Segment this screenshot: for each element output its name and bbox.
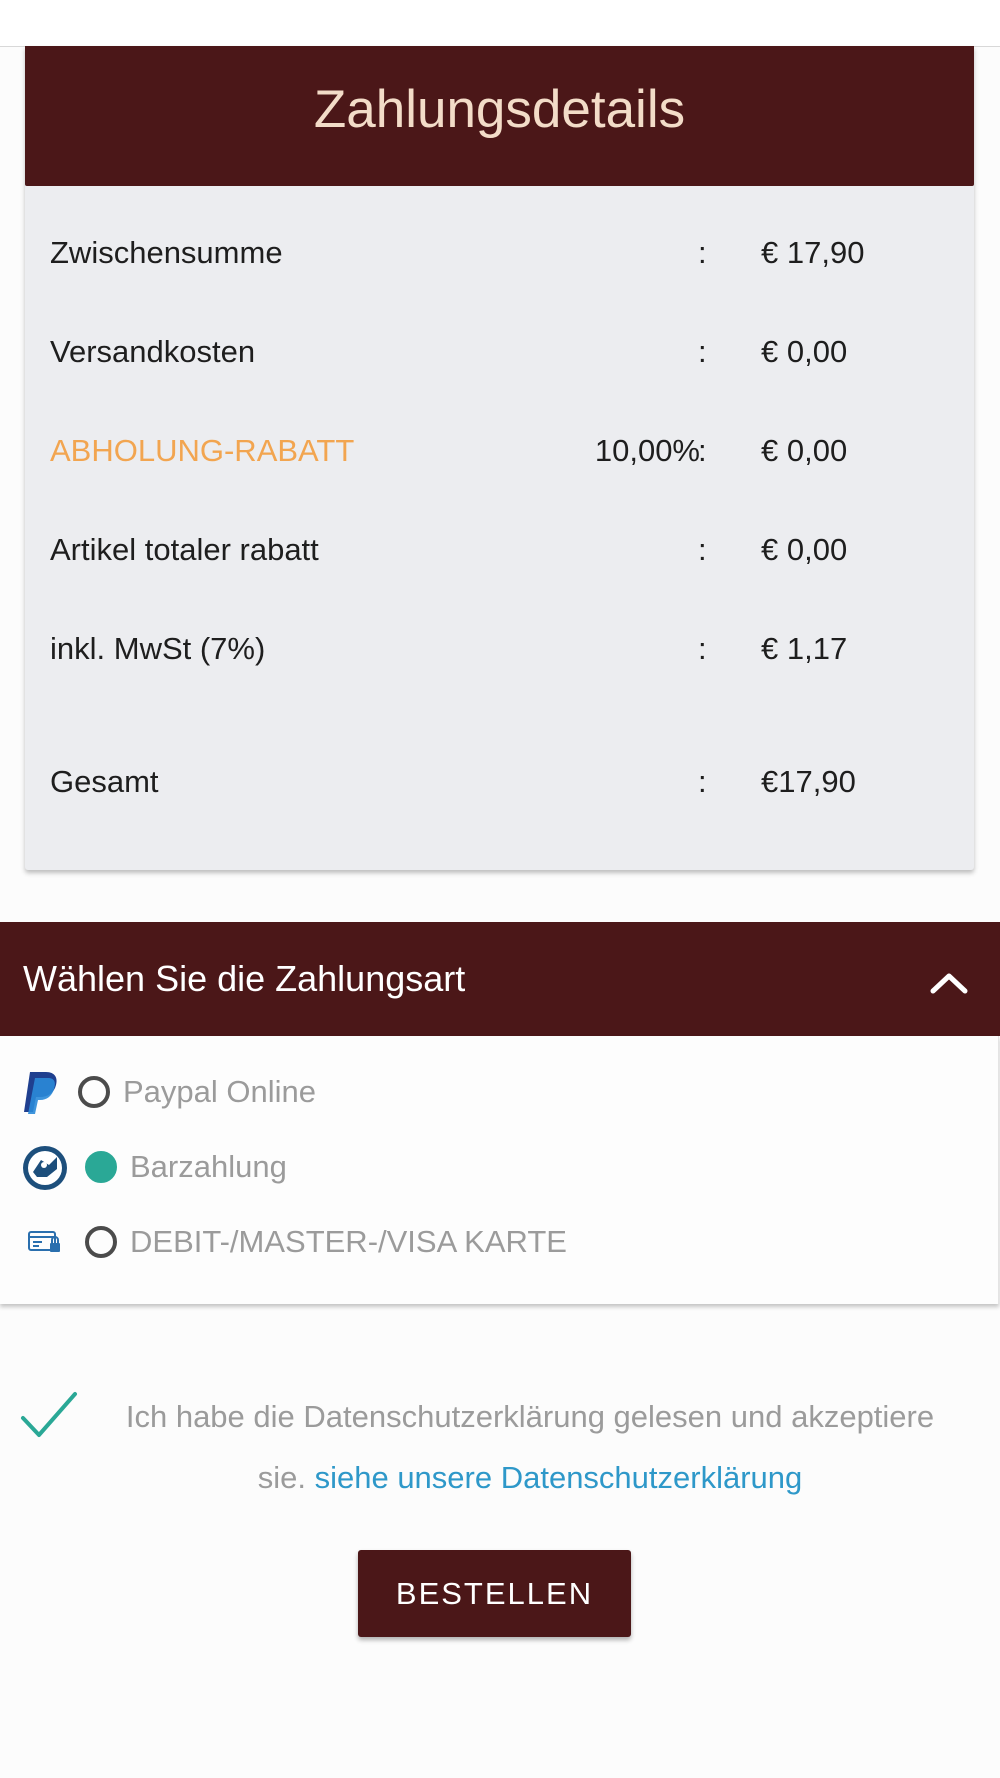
pickup-discount-percent: 10,00% bbox=[594, 433, 700, 468]
top-bar bbox=[0, 0, 1000, 47]
paypal-radio[interactable] bbox=[78, 1076, 110, 1108]
cash-icon bbox=[23, 1146, 67, 1190]
item-discount-label: Artikel totaler rabatt bbox=[50, 532, 319, 567]
checkmark-icon[interactable] bbox=[20, 1391, 78, 1441]
credit-card-icon bbox=[28, 1231, 60, 1252]
card-radio[interactable] bbox=[85, 1226, 117, 1258]
vat-value: € 1,17 bbox=[761, 631, 848, 666]
total-separator: : bbox=[698, 764, 707, 799]
summary-row-subtotal: Zwischensumme : € 17,90 bbox=[25, 233, 974, 273]
shipping-separator: : bbox=[698, 334, 707, 369]
cash-radio[interactable] bbox=[85, 1151, 117, 1183]
pickup-discount-separator: : bbox=[698, 433, 707, 468]
payment-method-header[interactable]: Wählen Sie die Zahlungsart bbox=[0, 922, 1000, 1036]
payment-details-header: Zahlungsdetails bbox=[25, 46, 974, 186]
pickup-discount-label: ABHOLUNG-RABATT bbox=[50, 433, 355, 468]
chevron-up-icon[interactable] bbox=[929, 971, 969, 995]
summary-row-vat: inkl. MwSt (7%) : € 1,17 bbox=[25, 629, 974, 669]
paypal-option-label: Paypal Online bbox=[123, 1074, 317, 1109]
summary-row-shipping: Versandkosten : € 0,00 bbox=[25, 332, 974, 372]
item-discount-value: € 0,00 bbox=[761, 532, 848, 567]
card-option-label: DEBIT-/MASTER-/VISA KARTE bbox=[130, 1224, 567, 1259]
total-value: €17,90 bbox=[761, 764, 856, 799]
cash-option-label: Barzahlung bbox=[130, 1149, 287, 1184]
order-button[interactable]: BESTELLEN bbox=[358, 1550, 631, 1637]
subtotal-separator: : bbox=[698, 235, 707, 270]
payment-method-title: Wählen Sie die Zahlungsart bbox=[23, 958, 466, 999]
summary-row-total: Gesamt : €17,90 bbox=[25, 762, 974, 802]
privacy-consent: Ich habe die Datenschutzerklärung gelese… bbox=[120, 1386, 940, 1508]
summary-row-item-discount: Artikel totaler rabatt : € 0,00 bbox=[25, 530, 974, 570]
privacy-policy-link[interactable]: siehe unsere Datenschutzerklärung bbox=[315, 1460, 803, 1495]
subtotal-label: Zwischensumme bbox=[50, 235, 283, 270]
shipping-value: € 0,00 bbox=[761, 334, 848, 369]
payment-option-paypal[interactable]: Paypal Online bbox=[0, 1067, 998, 1117]
vat-label: inkl. MwSt (7%) bbox=[50, 631, 266, 666]
subtotal-value: € 17,90 bbox=[761, 235, 865, 270]
payment-details-title: Zahlungsdetails bbox=[313, 79, 686, 139]
paypal-icon bbox=[24, 1072, 57, 1114]
payment-option-cash[interactable]: Barzahlung bbox=[0, 1142, 998, 1192]
summary-row-pickup-discount: ABHOLUNG-RABATT 10,00% : € 0,00 bbox=[25, 431, 974, 471]
shipping-label: Versandkosten bbox=[50, 334, 256, 369]
payment-option-card[interactable]: DEBIT-/MASTER-/VISA KARTE bbox=[0, 1217, 998, 1267]
item-discount-separator: : bbox=[698, 532, 707, 567]
total-label: Gesamt bbox=[50, 764, 159, 799]
vat-separator: : bbox=[698, 631, 707, 666]
pickup-discount-value: € 0,00 bbox=[761, 433, 848, 468]
payment-method-list: Paypal Online Barzahlung DEBIT-/MASTER-/… bbox=[0, 1036, 999, 1304]
